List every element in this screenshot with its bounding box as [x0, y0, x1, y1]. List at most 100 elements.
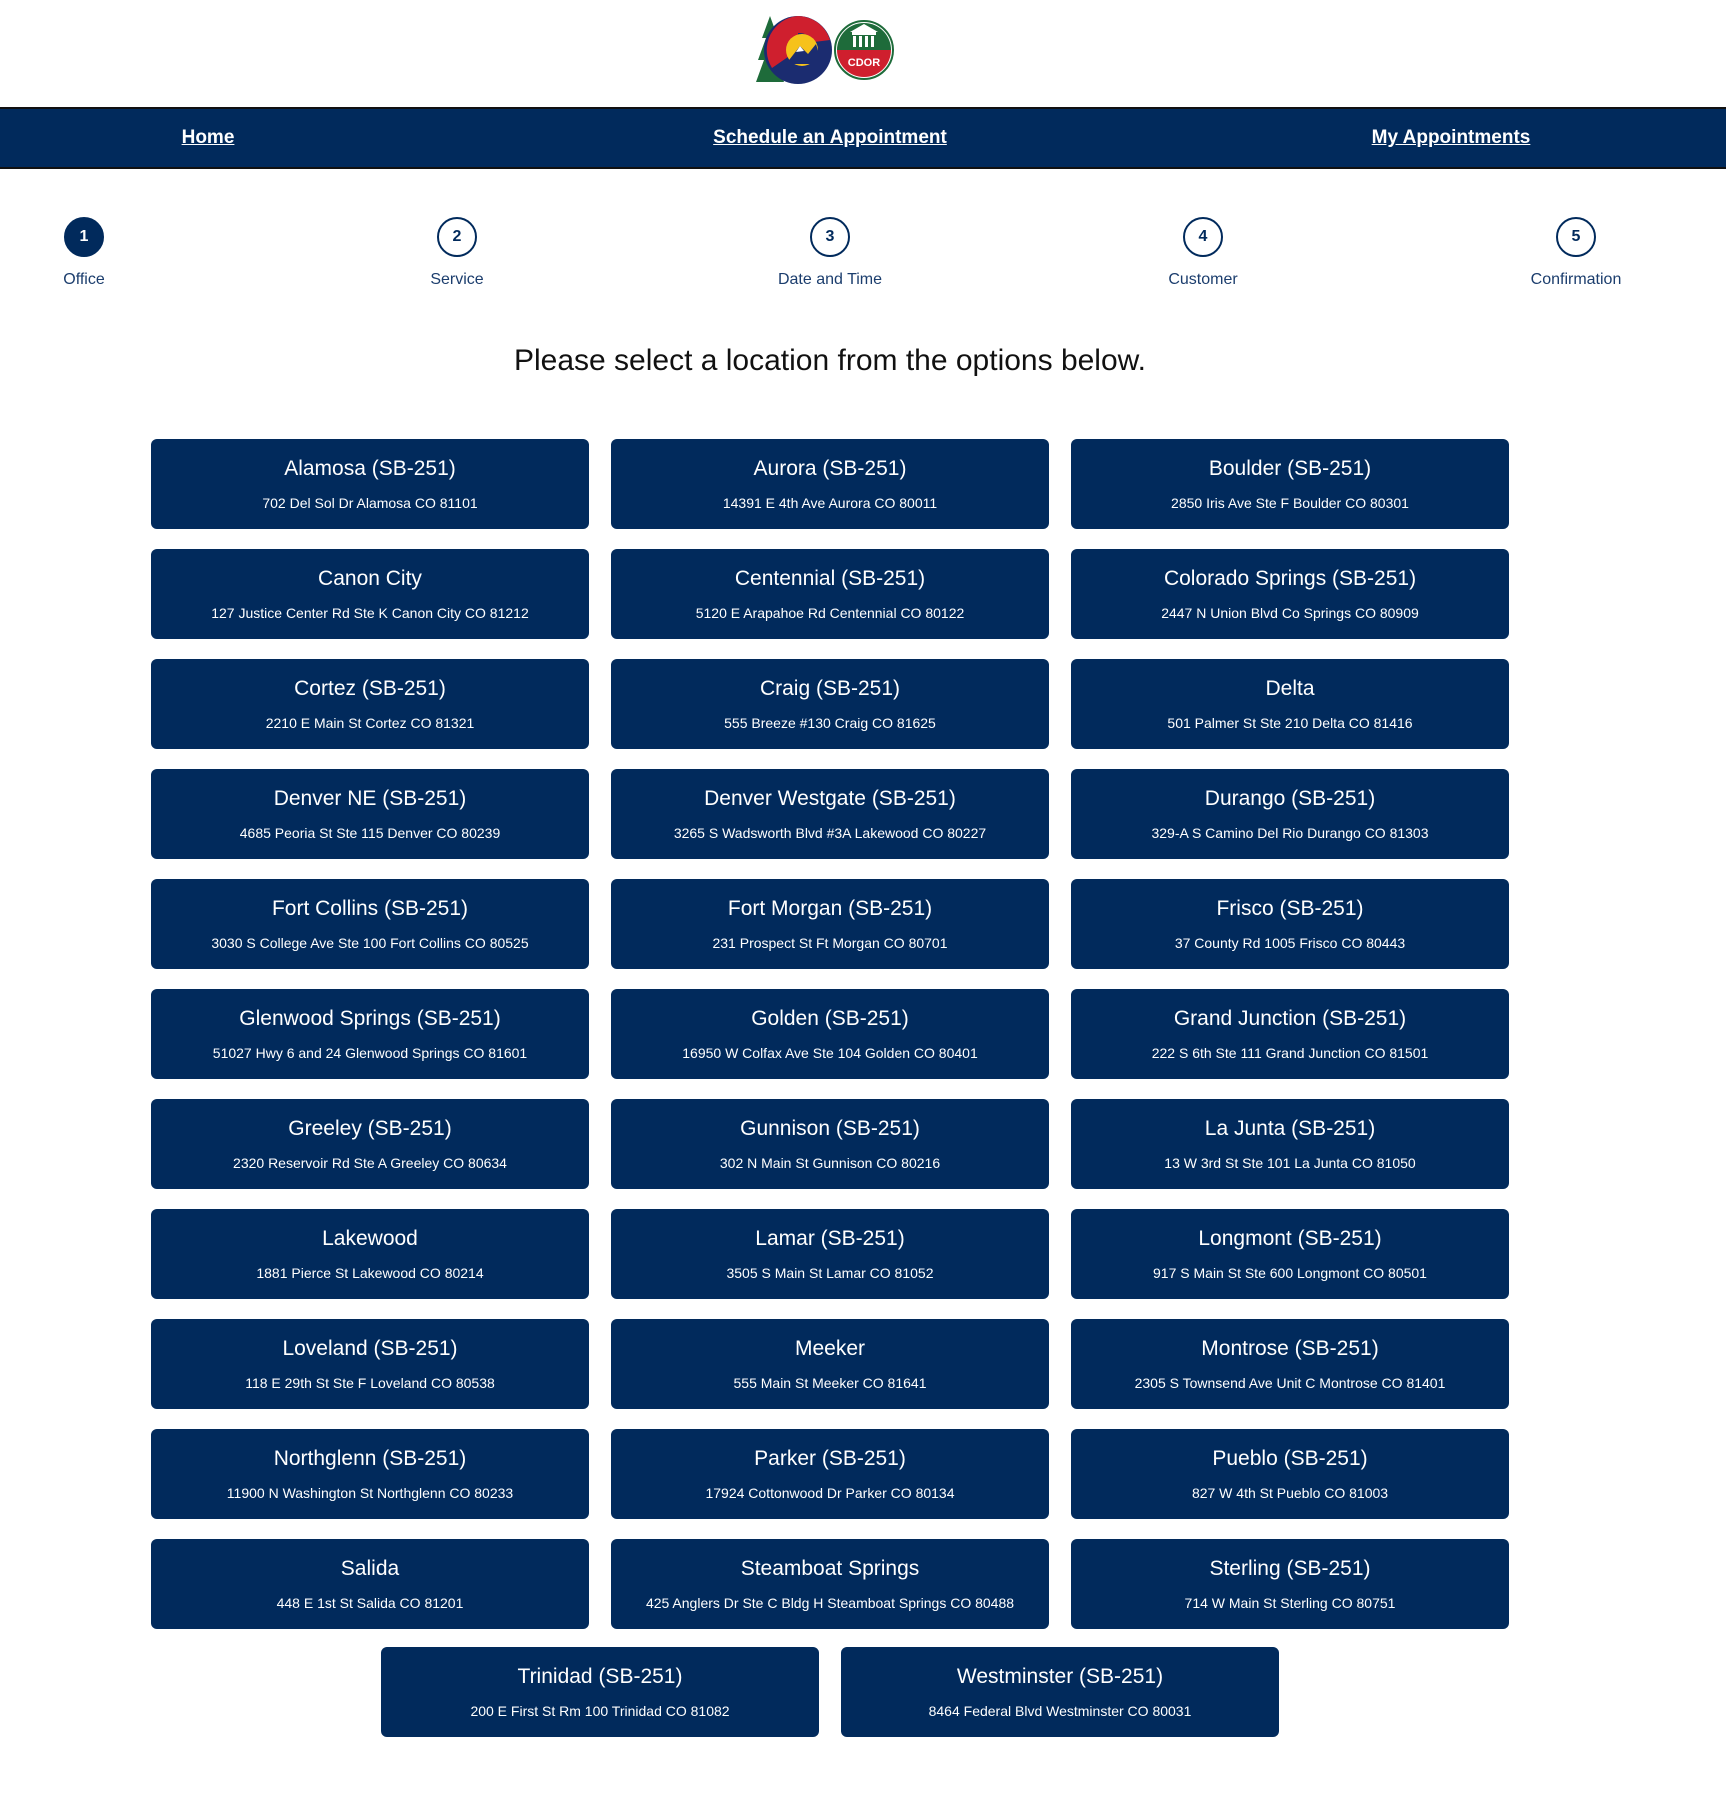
step-label: Confirmation	[1530, 271, 1622, 288]
office-name: Longmont (SB-251)	[1198, 1227, 1382, 1250]
office-address: 17924 Cottonwood Dr Parker CO 80134	[705, 1485, 955, 1501]
office-button[interactable]: Parker (SB-251) 17924 Cottonwood Dr Parke…	[611, 1429, 1049, 1519]
office-button[interactable]: Montrose (SB-251) 2305 S Townsend Ave Uni…	[1071, 1319, 1509, 1409]
office-address: 14391 E 4th Ave Aurora CO 80011	[722, 495, 938, 511]
office-button[interactable]: Pueblo (SB-251) 827 W 4th St Pueblo CO 81…	[1071, 1429, 1509, 1519]
office-button[interactable]: Golden (SB-251) 16950 W Colfax Ave Ste 10…	[611, 989, 1049, 1079]
office-address: 8464 Federal Blvd Westminster CO 80031	[928, 1703, 1192, 1719]
office-address: 2320 Reservoir Rd Ste A Greeley CO 80634	[233, 1155, 507, 1171]
office-name: Lakewood	[322, 1227, 418, 1250]
office-button[interactable]: Steamboat Springs 425 Anglers Dr Ste C Bl…	[611, 1539, 1049, 1629]
office-grid: Alamosa (SB-251) 702 Del Sol Dr Alamosa C…	[151, 439, 1509, 1629]
office-button[interactable]: Gunnison (SB-251) 302 N Main St Gunnison …	[611, 1099, 1049, 1189]
office-address: 127 Justice Center Rd Ste K Canon City C…	[211, 605, 529, 621]
office-name: Trinidad (SB-251)	[517, 1665, 683, 1688]
office-address: 118 E 29th St Ste F Loveland CO 80538	[245, 1375, 495, 1391]
office-button[interactable]: Boulder (SB-251) 2850 Iris Ave Ste F Boul…	[1071, 439, 1509, 529]
office-name: Steamboat Springs	[740, 1557, 920, 1580]
colorado-cdor-logo: CDOR	[756, 12, 900, 87]
step-label: Customer	[1168, 271, 1238, 288]
office-name: Alamosa (SB-251)	[284, 457, 456, 480]
office-button[interactable]: Canon City 127 Justice Center Rd Ste K Ca…	[151, 549, 589, 639]
office-name: Meeker	[794, 1337, 866, 1360]
office-address: 2447 N Union Blvd Co Springs CO 80909	[1161, 605, 1419, 621]
office-name: Greeley (SB-251)	[288, 1117, 452, 1140]
office-address: 917 S Main St Ste 600 Longmont CO 80501	[1153, 1265, 1427, 1281]
office-button[interactable]: Centennial (SB-251) 5120 E Arapahoe Rd Ce…	[611, 549, 1049, 639]
nav-home-link[interactable]: Home	[182, 127, 235, 149]
main-nav: Home Schedule an Appointment My Appointm…	[0, 107, 1726, 169]
office-name: Golden (SB-251)	[751, 1007, 909, 1030]
step-service: 2 Service	[357, 217, 557, 289]
office-button[interactable]: Loveland (SB-251) 118 E 29th St Ste F Lov…	[151, 1319, 589, 1409]
office-button[interactable]: Glenwood Springs (SB-251) 51027 Hwy 6 and…	[151, 989, 589, 1079]
office-address: 329-A S Camino Del Rio Durango CO 81303	[1151, 825, 1429, 841]
office-address: 200 E First St Rm 100 Trinidad CO 81082	[470, 1703, 730, 1719]
office-address: 2305 S Townsend Ave Unit C Montrose CO 8…	[1134, 1375, 1446, 1391]
office-button[interactable]: Salida 448 E 1st St Salida CO 81201	[151, 1539, 589, 1629]
office-name: Parker (SB-251)	[754, 1447, 906, 1470]
office-name: La Junta (SB-251)	[1204, 1117, 1376, 1140]
office-name: Durango (SB-251)	[1204, 787, 1376, 810]
office-button[interactable]: Lakewood 1881 Pierce St Lakewood CO 80214	[151, 1209, 589, 1299]
office-button[interactable]: Sterling (SB-251) 714 W Main St Sterling …	[1071, 1539, 1509, 1629]
office-name: Colorado Springs (SB-251)	[1163, 567, 1417, 590]
office-button[interactable]: Denver Westgate (SB-251) 3265 S Wadsworth…	[611, 769, 1049, 859]
office-button[interactable]: Cortez (SB-251) 2210 E Main St Cortez CO …	[151, 659, 589, 749]
step-label: Service	[430, 271, 484, 288]
office-name: Boulder (SB-251)	[1208, 457, 1372, 480]
office-name: Denver Westgate (SB-251)	[704, 787, 956, 810]
office-address: 222 S 6th Ste 111 Grand Junction CO 8150…	[1151, 1045, 1429, 1061]
office-button[interactable]: Westminster (SB-251) 8464 Federal Blvd We…	[841, 1647, 1279, 1737]
office-address: 448 E 1st St Salida CO 81201	[276, 1595, 464, 1611]
office-name: Loveland (SB-251)	[282, 1337, 458, 1360]
office-button[interactable]: Denver NE (SB-251) 4685 Peoria St Ste 115…	[151, 769, 589, 859]
office-address: 4685 Peoria St Ste 115 Denver CO 80239	[239, 825, 501, 841]
svg-text:CDOR: CDOR	[848, 57, 880, 69]
office-button[interactable]: Longmont (SB-251) 917 S Main St Ste 600 L…	[1071, 1209, 1509, 1299]
office-button[interactable]: Aurora (SB-251) 14391 E 4th Ave Aurora CO…	[611, 439, 1049, 529]
step-number: 3	[810, 217, 850, 257]
office-button[interactable]: Colorado Springs (SB-251) 2447 N Union Bl…	[1071, 549, 1509, 639]
office-name: Aurora (SB-251)	[753, 457, 907, 480]
office-button[interactable]: Frisco (SB-251) 37 County Rd 1005 Frisco …	[1071, 879, 1509, 969]
step-number: 2	[437, 217, 477, 257]
office-name: Fort Collins (SB-251)	[271, 897, 469, 920]
office-name: Delta	[1265, 677, 1315, 700]
office-button[interactable]: Grand Junction (SB-251) 222 S 6th Ste 111…	[1071, 989, 1509, 1079]
office-button[interactable]: Alamosa (SB-251) 702 Del Sol Dr Alamosa C…	[151, 439, 589, 529]
office-address: 2210 E Main St Cortez CO 81321	[265, 715, 475, 731]
office-address: 2850 Iris Ave Ste F Boulder CO 80301	[1171, 495, 1409, 511]
office-button[interactable]: Craig (SB-251) 555 Breeze #130 Craig CO 8…	[611, 659, 1049, 749]
office-button[interactable]: Fort Morgan (SB-251) 231 Prospect St Ft M…	[611, 879, 1049, 969]
office-name: Denver NE (SB-251)	[273, 787, 467, 810]
office-address: 555 Main St Meeker CO 81641	[733, 1375, 927, 1391]
office-button[interactable]: Delta 501 Palmer St Ste 210 Delta CO 8141…	[1071, 659, 1509, 749]
office-button[interactable]: Durango (SB-251) 329-A S Camino Del Rio D…	[1071, 769, 1509, 859]
office-address: 13 W 3rd St Ste 101 La Junta CO 81050	[1164, 1155, 1416, 1171]
office-address: 3030 S College Ave Ste 100 Fort Collins …	[211, 935, 529, 951]
office-address: 16950 W Colfax Ave Ste 104 Golden CO 804…	[682, 1045, 978, 1061]
office-name: Cortez (SB-251)	[294, 677, 446, 700]
office-name: Fort Morgan (SB-251)	[727, 897, 933, 920]
office-name: Frisco (SB-251)	[1216, 897, 1364, 920]
office-button[interactable]: Trinidad (SB-251) 200 E First St Rm 100 T…	[381, 1647, 819, 1737]
office-name: Grand Junction (SB-251)	[1173, 1007, 1407, 1030]
office-name: Montrose (SB-251)	[1201, 1337, 1379, 1360]
office-name: Centennial (SB-251)	[734, 567, 926, 590]
step-number: 4	[1183, 217, 1223, 257]
office-button[interactable]: Greeley (SB-251) 2320 Reservoir Rd Ste A …	[151, 1099, 589, 1189]
logo-graphic: CDOR	[756, 16, 894, 84]
office-address: 425 Anglers Dr Ste C Bldg H Steamboat Sp…	[645, 1595, 1015, 1611]
office-button[interactable]: Meeker 555 Main St Meeker CO 81641	[611, 1319, 1049, 1409]
step-office: 1 Office	[0, 217, 184, 289]
office-name: Sterling (SB-251)	[1209, 1557, 1371, 1580]
step-confirmation: 5 Confirmation	[1476, 217, 1676, 289]
office-grid-last-row: Trinidad (SB-251) 200 E First St Rm 100 T…	[381, 1647, 1279, 1737]
office-button[interactable]: La Junta (SB-251) 13 W 3rd St Ste 101 La …	[1071, 1099, 1509, 1189]
office-button[interactable]: Northglenn (SB-251) 11900 N Washington St…	[151, 1429, 589, 1519]
nav-my-appointments-link[interactable]: My Appointments	[1372, 127, 1531, 149]
nav-schedule-link[interactable]: Schedule an Appointment	[713, 127, 947, 149]
office-button[interactable]: Lamar (SB-251) 3505 S Main St Lamar CO 81…	[611, 1209, 1049, 1299]
office-button[interactable]: Fort Collins (SB-251) 3030 S College Ave …	[151, 879, 589, 969]
